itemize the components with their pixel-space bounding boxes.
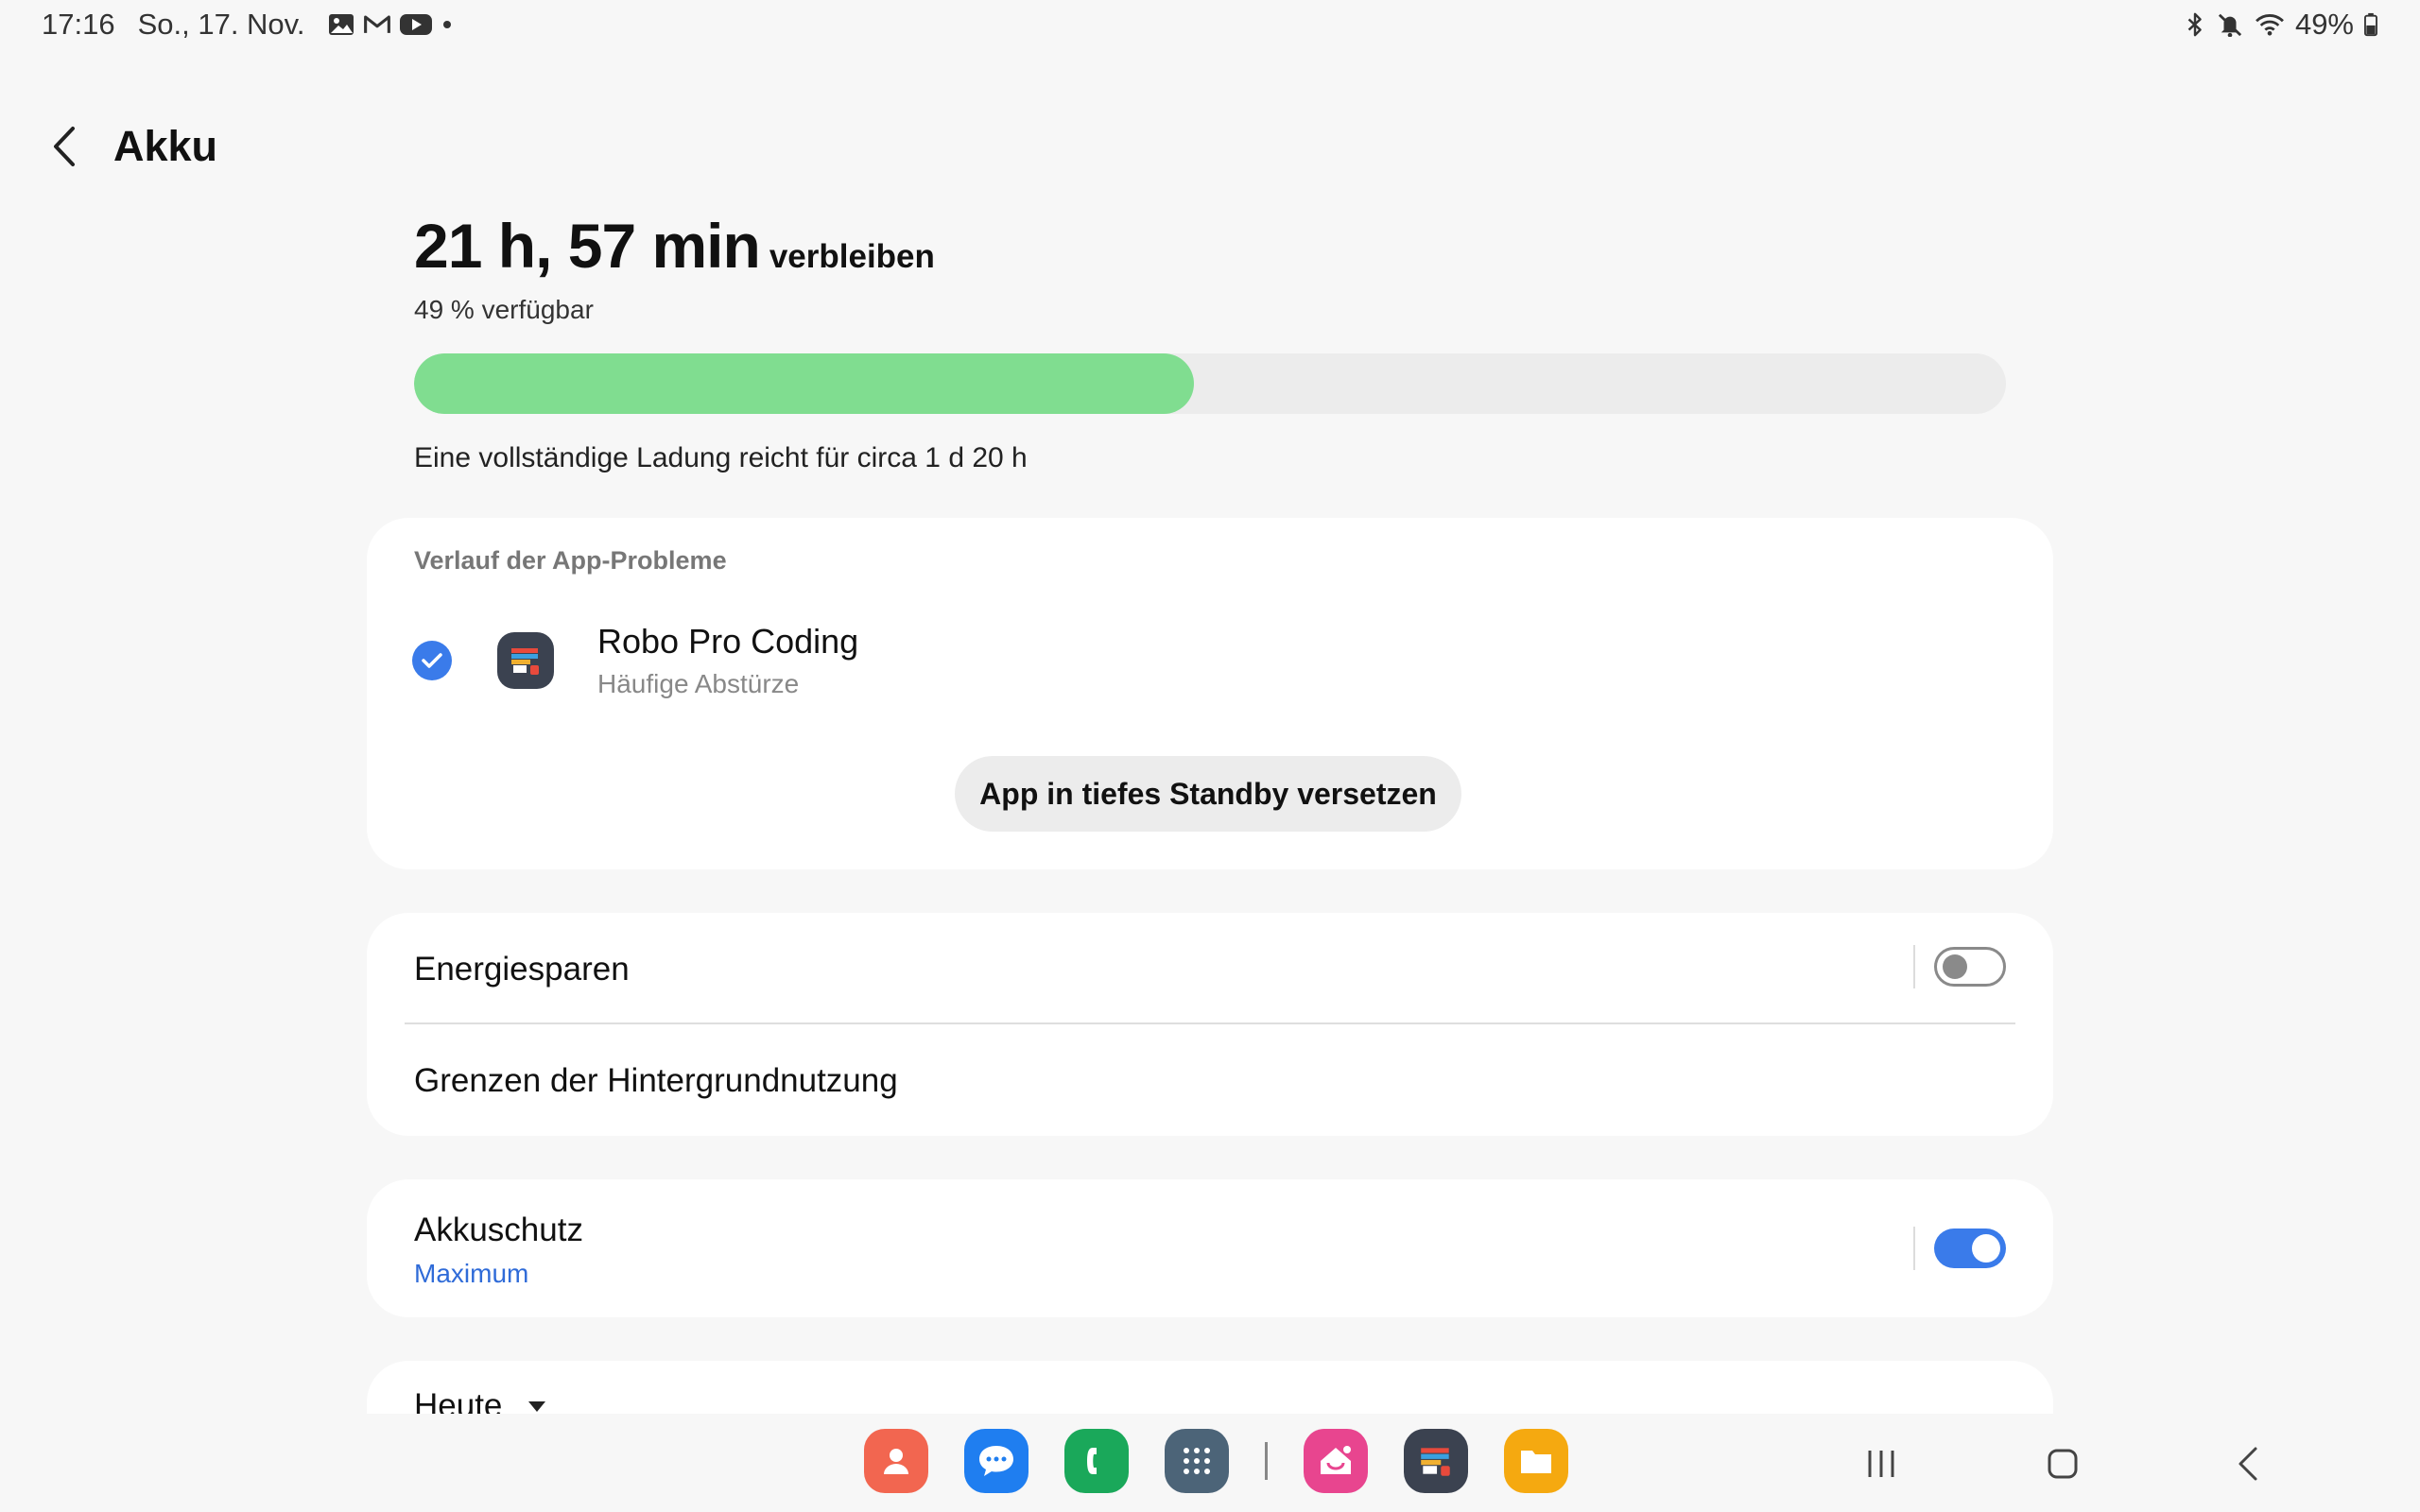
status-time: 17:16 — [42, 8, 115, 41]
battery-level-bar — [414, 353, 2006, 414]
home-icon — [2048, 1449, 2078, 1479]
background-limits-row[interactable]: Grenzen der Hintergrundnutzung — [414, 1062, 898, 1100]
protection-toggle[interactable] — [1934, 1228, 2006, 1268]
deep-standby-button[interactable]: App in tiefes Standby versetzen — [955, 756, 1461, 832]
power-card: Energiesparen Grenzen der Hintergrundnut… — [367, 913, 2053, 1136]
phone-icon[interactable] — [1064, 1429, 1129, 1493]
nav-back-icon — [2238, 1447, 2257, 1481]
power-saving-row[interactable]: Energiesparen — [414, 951, 630, 988]
robo-pro-coding-icon[interactable] — [1404, 1429, 1468, 1493]
status-bar: 17:16 So., 17. Nov. 49% — [0, 0, 2420, 49]
app-drawer-icon[interactable] — [1165, 1429, 1229, 1493]
robo-pro-coding-icon — [497, 632, 554, 689]
power-saving-toggle[interactable] — [1934, 947, 2006, 987]
home-button[interactable] — [2034, 1440, 2091, 1487]
protection-label: Akkuschutz — [414, 1211, 583, 1248]
row-divider — [405, 1022, 2015, 1024]
taskbar-dock — [864, 1429, 1604, 1493]
recents-icon — [1868, 1451, 1894, 1477]
battery-summary: 21 h, 57 min verbleiben 49 % verfügbar E… — [414, 210, 2006, 474]
gmail-icon — [364, 15, 391, 33]
navigation-bar — [0, 1414, 2420, 1512]
bluetooth-icon — [2187, 12, 2202, 37]
page-title: Akku — [113, 122, 218, 170]
battery-icon — [2364, 12, 2377, 37]
battery-level-fill — [414, 353, 1195, 414]
check-icon — [422, 653, 442, 668]
app-issues-card: Verlauf der App-Probleme Robo Pro Coding… — [367, 518, 2053, 869]
protection-row[interactable]: Akkuschutz — [414, 1211, 583, 1249]
gallery-icon — [329, 14, 354, 35]
back-button[interactable] — [45, 118, 83, 175]
wifi-icon — [2256, 14, 2284, 36]
app-bar: Akku — [45, 113, 217, 180]
protection-card: Akkuschutz Maximum — [367, 1179, 2053, 1317]
remaining-time-value: 21 h, 57 min — [414, 211, 761, 281]
battery-available: 49 % verfügbar — [414, 295, 594, 324]
battery-percent: 49% — [2294, 8, 2354, 41]
toggle-separator — [1913, 945, 1915, 988]
app-issues-label: Verlauf der App-Probleme — [414, 546, 727, 575]
nav-back-button[interactable] — [2220, 1440, 2276, 1487]
protection-value: Maximum — [414, 1259, 529, 1288]
smartthings-icon[interactable] — [1304, 1429, 1368, 1493]
toggle-separator — [1913, 1227, 1915, 1270]
remaining-time-suffix: verbleiben — [769, 238, 935, 275]
remaining-time: 21 h, 57 min verbleiben — [414, 210, 2006, 282]
status-date: So., 17. Nov. — [137, 8, 305, 41]
app-checkbox[interactable] — [412, 641, 452, 680]
my-files-icon[interactable] — [1504, 1429, 1568, 1493]
back-chevron-icon — [54, 127, 75, 166]
app-name: Robo Pro Coding — [597, 622, 859, 661]
power-saving-label: Energiesparen — [414, 951, 630, 988]
app-issue: Häufige Abstürze — [597, 669, 800, 698]
contacts-icon[interactable] — [864, 1429, 928, 1493]
youtube-icon — [400, 14, 433, 35]
dock-separator — [1265, 1442, 1268, 1480]
more-dot-icon — [443, 21, 452, 28]
recents-button[interactable] — [1853, 1440, 1910, 1487]
app-issue-row[interactable]: Robo Pro Coding Häufige Abstürze — [412, 622, 858, 699]
full-charge-estimate: Eine vollständige Ladung reicht für circ… — [414, 442, 1028, 473]
background-limits-label: Grenzen der Hintergrundnutzung — [414, 1062, 898, 1099]
messages-icon[interactable] — [964, 1429, 1028, 1493]
mute-icon — [2218, 13, 2242, 37]
dropdown-arrow-icon — [528, 1401, 546, 1412]
